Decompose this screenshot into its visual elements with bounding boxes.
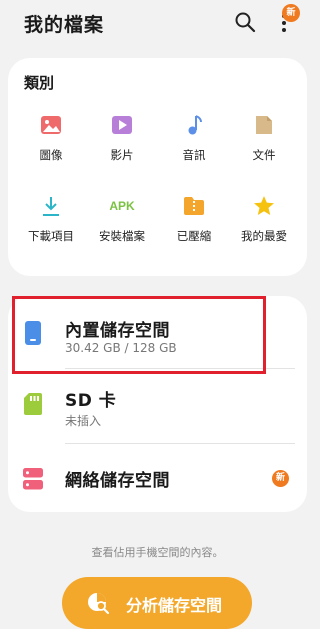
category-audio[interactable]: 音訊	[157, 114, 231, 174]
category-label: 下載項目	[28, 229, 74, 243]
category-images[interactable]: 圖像	[14, 114, 88, 174]
category-label: 安裝檔案	[99, 229, 145, 243]
new-badge: 新	[272, 470, 289, 487]
new-badge: 新	[282, 4, 300, 22]
categories-title: 類別	[24, 74, 55, 92]
video-icon	[112, 116, 132, 134]
star-icon	[254, 196, 274, 215]
categories-card: 類別 圖像 影片 音訊 文件 下載項目 APK 安裝檔案 已壓縮 我的最愛	[8, 58, 307, 276]
category-favorites[interactable]: 我的最愛	[227, 195, 301, 255]
category-downloads[interactable]: 下載項目	[14, 195, 88, 255]
analyze-storage-button[interactable]: 分析儲存空間	[62, 577, 252, 629]
storage-item-network[interactable]: 網絡儲存空間	[8, 444, 307, 512]
sd-card-icon	[24, 393, 42, 415]
category-label: 我的最愛	[241, 229, 287, 243]
category-label: 文件	[252, 148, 276, 162]
compressed-icon	[184, 197, 204, 215]
apk-icon: APK	[109, 199, 135, 213]
category-label: 已壓縮	[176, 229, 212, 243]
audio-icon	[188, 115, 202, 135]
storage-item-sd-card[interactable]: SD 卡 未插入	[8, 369, 307, 441]
app-header: 我的檔案 新	[0, 0, 315, 46]
category-install-files[interactable]: APK 安裝檔案	[85, 195, 159, 255]
category-label: 圖像	[39, 148, 63, 162]
network-storage-icon	[23, 468, 43, 490]
storage-status: 未插入	[65, 414, 102, 428]
storage-title: SD 卡	[65, 391, 117, 411]
category-compressed[interactable]: 已壓縮	[157, 195, 231, 255]
download-icon	[43, 197, 59, 216]
storage-title: 網絡儲存空間	[65, 471, 170, 491]
analyze-button-label: 分析儲存空間	[126, 596, 223, 615]
category-documents[interactable]: 文件	[227, 114, 301, 174]
image-icon	[41, 116, 61, 134]
search-icon[interactable]	[234, 11, 256, 33]
category-label: 影片	[110, 148, 134, 162]
category-label: 音訊	[182, 148, 206, 162]
analyze-hint: 查看佔用手機空間的內容。	[91, 546, 224, 559]
highlight-box	[12, 296, 266, 374]
page-title: 我的檔案	[24, 14, 105, 36]
document-icon	[256, 116, 272, 134]
analyze-icon	[88, 593, 110, 615]
category-videos[interactable]: 影片	[85, 114, 159, 174]
